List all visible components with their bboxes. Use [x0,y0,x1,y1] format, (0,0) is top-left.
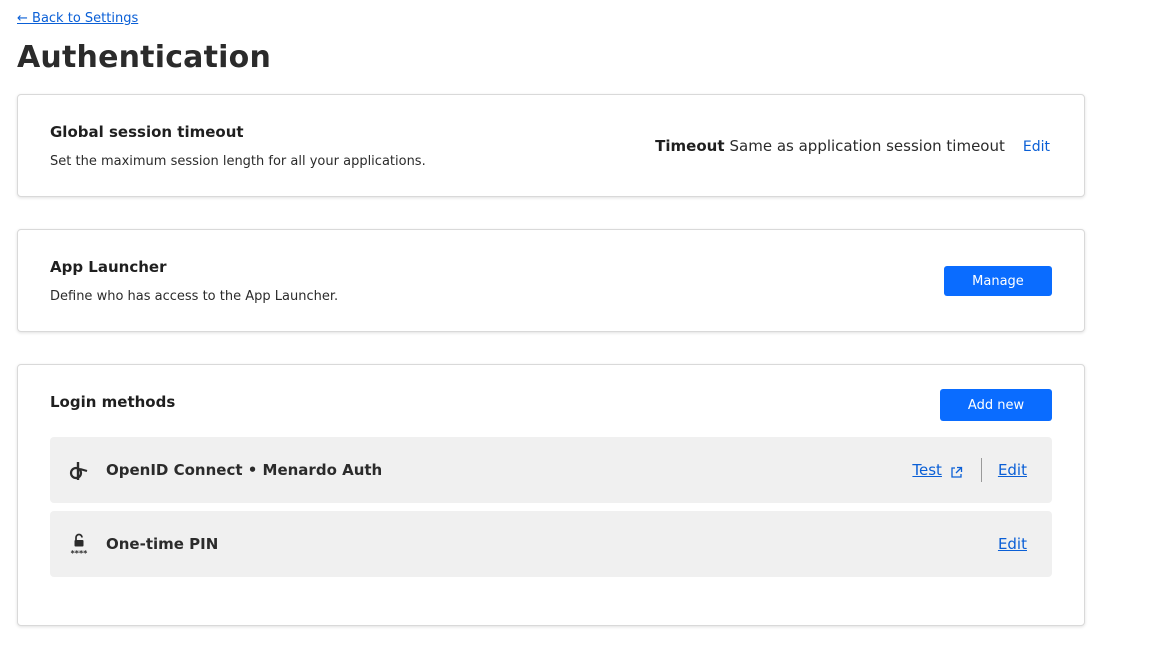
manage-button[interactable]: Manage [944,266,1052,296]
app-launcher-title: App Launcher [50,258,167,276]
add-new-button[interactable]: Add new [940,389,1052,421]
openid-actions: Test Edit [912,458,1027,482]
openid-method-label: OpenID Connect • Menardo Auth [106,461,383,479]
session-timeout-card: Global session timeout Set the maximum s… [17,94,1085,197]
openid-icon [67,459,91,483]
login-method-openid: OpenID Connect • Menardo Auth Test Edit [50,437,1052,503]
session-timeout-title: Global session timeout [50,123,244,141]
back-to-settings-link[interactable]: ← Back to Settings [17,11,138,26]
session-timeout-description: Set the maximum session length for all y… [50,154,426,169]
external-link-icon[interactable] [950,464,963,478]
openid-test-link[interactable]: Test [912,461,942,479]
page-title: Authentication [17,40,272,75]
otp-method-label: One-time PIN [106,535,219,553]
lock-pin-icon: **** [67,533,91,558]
login-methods-title: Login methods [50,393,176,411]
login-methods-card: Login methods Add new OpenID Connect • M… [17,364,1085,626]
timeout-edit-link[interactable]: Edit [1023,139,1050,155]
otp-edit-link[interactable]: Edit [998,535,1027,553]
pin-mask-text: **** [71,549,89,557]
app-launcher-card: App Launcher Define who has access to th… [17,229,1085,332]
timeout-label: Timeout [655,137,725,155]
login-method-otp: **** One-time PIN Edit [50,511,1052,577]
openid-edit-link[interactable]: Edit [998,461,1027,479]
app-launcher-description: Define who has access to the App Launche… [50,289,339,304]
action-divider [980,458,982,482]
timeout-setting: Timeout Same as application session time… [655,137,1050,155]
otp-actions: Edit [998,532,1027,556]
timeout-value: Same as application session timeout [729,137,1005,155]
